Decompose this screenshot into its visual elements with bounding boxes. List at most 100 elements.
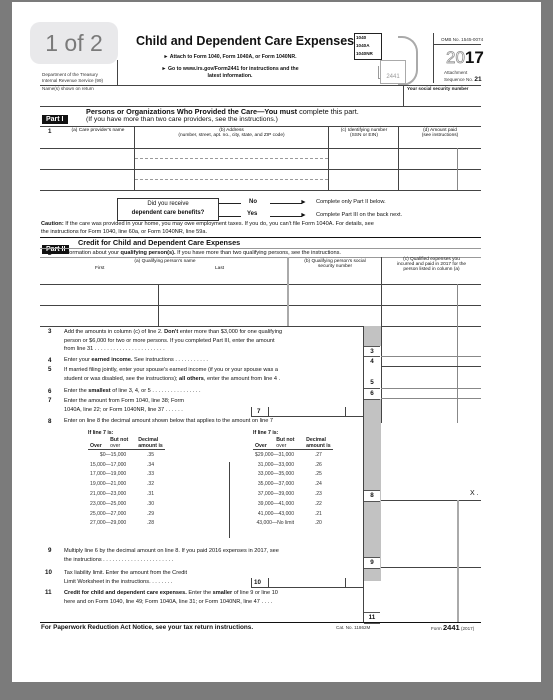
line-1-number: 1 xyxy=(48,128,52,135)
person-2-first-field[interactable] xyxy=(41,306,158,325)
person-2-ssn-field[interactable] xyxy=(289,306,381,325)
part1-badge: Part I xyxy=(42,108,68,126)
provider-2-address-field[interactable] xyxy=(135,170,328,189)
income-range: 39,000—41,000 xyxy=(257,500,295,507)
decimal-amount: .20 xyxy=(314,520,322,527)
yes-result-text: Complete Part III on the back next. xyxy=(316,212,403,218)
person-1-first-field[interactable] xyxy=(41,285,158,304)
attach-instruction: ► Attach to Form 1040, Form 1040A, or Fo… xyxy=(163,54,297,60)
person-2-last-field[interactable] xyxy=(159,306,287,325)
yes-label: Yes xyxy=(247,211,258,217)
decimal-table-row: 27,000—29,000 .28 xyxy=(88,519,165,529)
col-last: Last xyxy=(215,266,225,271)
decimal-table-row: 21,000—23,000 .31 xyxy=(88,489,165,499)
paperwork-notice: For Paperwork Reduction Act Notice, see … xyxy=(41,624,254,631)
income-range: 33,000—35,000 xyxy=(257,471,295,478)
line-2-text: Information about your qualifying person… xyxy=(63,250,341,256)
col-amount-paid: (d) Amount paid (see instructions) xyxy=(421,128,459,138)
ssn-field[interactable] xyxy=(405,92,480,104)
line-8-text: Enter on line 8 the decimal amount shown… xyxy=(64,418,273,424)
line-5-amount-field[interactable] xyxy=(382,367,457,388)
income-range: 31,000—33,000 xyxy=(257,461,295,468)
line-9-amount-field[interactable] xyxy=(382,558,457,567)
decimal-amount: .25 xyxy=(314,471,322,478)
income-range: $29,000—31,000 xyxy=(255,451,295,458)
line-11-number: 11 xyxy=(45,589,52,596)
provider-2-id-field[interactable] xyxy=(329,170,398,189)
income-range: 23,000—25,000 xyxy=(90,500,127,507)
box-label-7: 7 xyxy=(257,408,261,415)
decimal-table-row: $29,000—31,000 .27 xyxy=(253,450,333,460)
line-11-amount-field[interactable] xyxy=(382,612,457,621)
form-1040-icon: 1040 1040A 1040NR xyxy=(354,33,382,60)
line-7-number: 7 xyxy=(48,397,52,404)
name-label: Name(s) shown on return xyxy=(42,86,94,91)
decimal-amount: .26 xyxy=(314,461,322,468)
tax-year: 2017 xyxy=(446,48,484,68)
col-qualified-expenses: (c) Qualified expenses you incurred and p… xyxy=(396,257,467,272)
provider-1-id-field[interactable] xyxy=(329,149,398,168)
provider-1-name-field[interactable] xyxy=(41,149,134,168)
income-range: 35,000—37,000 xyxy=(257,481,295,488)
line-8-decimal-field[interactable]: X . xyxy=(470,490,479,497)
box-label-6: 6 xyxy=(364,388,380,400)
page-indicator: 1 of 2 xyxy=(30,22,118,64)
provider-1-address-field[interactable] xyxy=(135,149,328,168)
decimal-table-row: 15,000—17,000 .34 xyxy=(88,460,165,470)
person-1-expenses-field[interactable] xyxy=(382,285,481,304)
col-first: First xyxy=(95,266,105,271)
box-label-10: 10 xyxy=(254,579,261,586)
income-range: 15,000—17,000 xyxy=(90,461,127,468)
line-6-amount-field[interactable] xyxy=(382,389,457,398)
income-range: 19,000—21,000 xyxy=(90,481,127,488)
decimal-table-row: $0—15,000 .35 xyxy=(88,450,165,460)
omb-number: OMB No. 1545-0074 xyxy=(441,37,484,42)
line-6-number: 6 xyxy=(48,388,52,395)
arrow-right-icon: ► xyxy=(300,199,307,206)
no-label: No xyxy=(249,199,257,205)
goto-instruction-2: latest information. xyxy=(207,73,253,79)
arrow-right-icon: ► xyxy=(300,212,307,219)
name-field[interactable] xyxy=(42,92,362,104)
line-10-text: Tax liability limit. Enter the amount fr… xyxy=(64,570,188,585)
attachment-label: Attachment xyxy=(444,70,468,75)
decimal-amount: .23 xyxy=(314,491,322,498)
provider-1-amount-field[interactable] xyxy=(399,149,481,168)
col-address: (b) Address (number, street, apt. no., ci… xyxy=(178,128,285,138)
caution-text: Caution: If the care was provided in you… xyxy=(41,221,374,227)
header-divider-right xyxy=(433,33,434,83)
line-3-amount-field[interactable] xyxy=(382,327,457,356)
line-7-text: Enter the amount from Form 1040, line 38… xyxy=(64,398,185,413)
form-title: Child and Dependent Care Expenses xyxy=(136,34,355,48)
income-range: 27,000—29,000 xyxy=(90,520,127,527)
decimal-table-row: 17,000—19,000 .33 xyxy=(88,470,165,480)
provider-2-name-field[interactable] xyxy=(41,170,134,189)
irs-label: Internal Revenue Service (99) xyxy=(42,78,104,83)
person-1-ssn-field[interactable] xyxy=(289,285,381,304)
income-range: 17,000—19,000 xyxy=(90,471,127,478)
person-2-expenses-field[interactable] xyxy=(382,306,481,325)
decimal-amount: .24 xyxy=(314,481,322,488)
income-range: 37,000—39,000 xyxy=(257,491,295,498)
provider-2-amount-field[interactable] xyxy=(399,170,481,189)
line-2-number: 2 xyxy=(48,250,52,257)
decimal-table-row: 41,000—43,000 .21 xyxy=(253,509,333,519)
line-8-number: 8 xyxy=(48,418,52,425)
line-4-amount-field[interactable] xyxy=(382,357,457,366)
decimal-table-row: 39,000—41,000 .22 xyxy=(253,499,333,509)
decimal-table-row: 33,000—35,000 .25 xyxy=(253,470,333,480)
part2-title: Credit for Child and Dependent Care Expe… xyxy=(78,238,241,247)
decimal-amount: .33 xyxy=(146,471,155,478)
line-4-number: 4 xyxy=(48,357,52,364)
box-label-9: 9 xyxy=(364,557,380,569)
col-qualifying-name: (a) Qualifying person's name xyxy=(134,259,196,264)
line-5-text: If married filing jointly, enter your sp… xyxy=(64,367,281,382)
person-1-last-field[interactable] xyxy=(159,285,287,304)
income-range: 21,000—23,000 xyxy=(90,491,127,498)
col-identifying-number: (c) Identifying number (SSN or EIN) xyxy=(340,128,388,138)
line-3-text: Add the amounts in column (c) of line 2.… xyxy=(64,329,283,352)
line-10-amount-field[interactable] xyxy=(269,578,345,587)
income-range: 41,000—43,000 xyxy=(257,510,295,517)
ssn-label: Your social security number xyxy=(407,86,469,91)
line-7-amount-field[interactable] xyxy=(269,407,345,416)
